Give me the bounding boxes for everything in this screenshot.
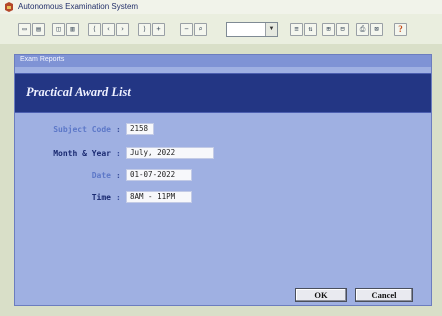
prev-button[interactable]: ‹ [102,23,115,36]
record-selector[interactable]: ▼ [226,22,278,37]
report-banner: Practical Award List [15,73,431,113]
toolbar: ▭ ▤ ◫ ▥ ⟨ ‹ › ⟩ + − ⌕ ▼ ≡ ⇅ ⊞ ⊟ ⎙ ⊠ ? [0,14,442,44]
date-label: Date [91,171,111,180]
find-button[interactable]: ⌕ [194,23,207,36]
subject-code-colon: : [116,125,121,134]
app-icon [5,2,13,12]
subject-code-label: Subject Code [53,125,111,134]
app-titlebar: Autonomous Examination System [0,0,442,14]
app-title: Autonomous Examination System [18,2,139,11]
new-button[interactable]: ▭ [18,23,31,36]
exam-reports-window: Exam Reports Practical Award List Subjec… [14,54,432,306]
time-colon: : [116,193,121,202]
month-year-input[interactable]: July, 2022 [126,147,214,159]
window-title: Exam Reports [20,56,65,63]
date-colon: : [116,171,121,180]
zoom-button[interactable]: ⊞ [322,23,335,36]
preview-button[interactable]: ⊟ [336,23,349,36]
next-button[interactable]: › [116,23,129,36]
add-button[interactable]: + [152,23,165,36]
edit-button[interactable]: ▥ [66,23,79,36]
time-label: Time [91,193,111,202]
cancel-button[interactable]: Cancel [355,288,413,302]
filter-button[interactable]: ≡ [290,23,303,36]
report-title: Practical Award List [26,85,131,99]
first-button[interactable]: ⟨ [88,23,101,36]
open-button[interactable]: ▤ [32,23,45,36]
save-button[interactable]: ◫ [52,23,65,36]
print-button[interactable]: ⎙ [356,23,369,36]
time-input[interactable]: 8AM - 11PM [126,191,192,203]
export-button[interactable]: ⊠ [370,23,383,36]
date-input[interactable]: 01-07-2022 [126,169,192,181]
window-titlebar: Exam Reports [15,55,431,67]
subject-code-input[interactable]: 2158 [126,123,154,135]
ok-button[interactable]: OK [295,288,347,302]
month-year-label: Month & Year [53,149,111,158]
delete-button[interactable]: − [180,23,193,36]
help-button[interactable]: ? [394,23,407,36]
last-button[interactable]: ⟩ [138,23,151,36]
month-year-colon: : [116,149,121,158]
sort-button[interactable]: ⇅ [304,23,317,36]
chevron-down-icon[interactable]: ▼ [265,23,277,36]
